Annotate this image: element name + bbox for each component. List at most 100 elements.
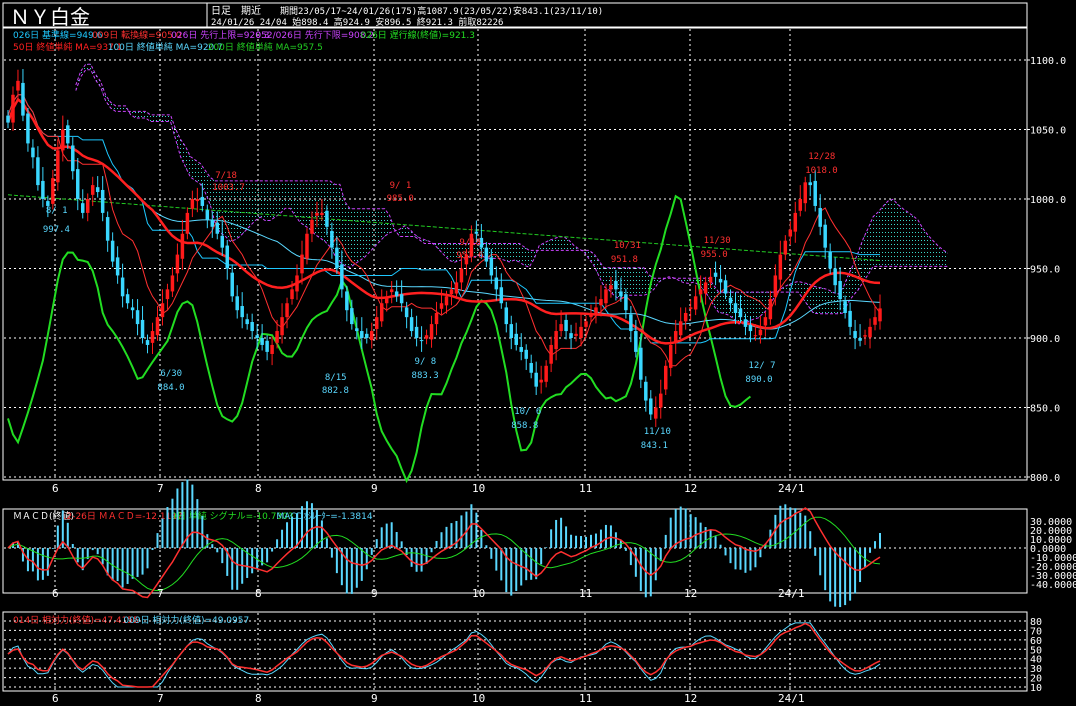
annotation-value: 858.8 xyxy=(511,421,538,431)
annotation-date: 9/ 1 xyxy=(390,181,412,191)
candle-body xyxy=(614,281,618,290)
candle-body xyxy=(105,217,110,241)
candle-body xyxy=(838,281,842,300)
candle-body xyxy=(753,335,758,337)
candle-body xyxy=(365,333,369,338)
x-tick-label: 9 xyxy=(371,482,378,495)
candle-body xyxy=(26,113,30,144)
annotation-value: 843.1 xyxy=(641,441,668,451)
annotation-value: 997.4 xyxy=(43,225,70,235)
legend-ichimoku-4: 026日 遅行線(終値)=921.3 xyxy=(361,29,475,41)
candle-body xyxy=(489,257,494,276)
legend-rsi-0: 014日 相対力(終値)=47.4155 xyxy=(13,614,139,626)
candle-body xyxy=(180,233,185,259)
candle-body xyxy=(529,363,533,373)
candle-body xyxy=(31,147,35,158)
candle-body xyxy=(738,308,743,318)
candle-body xyxy=(624,294,628,311)
candle-body xyxy=(449,289,454,295)
candle-body xyxy=(758,329,763,336)
x-tick-label-rsi: 24/1 xyxy=(778,692,805,705)
candle-body xyxy=(215,222,220,234)
candle-body xyxy=(534,372,538,387)
candle-body xyxy=(335,247,339,269)
candle-body xyxy=(379,303,384,322)
chart-title: ＮＹ白金 xyxy=(10,5,90,29)
legend-macd-2: 9日 単純 シグナル=-10.7303 xyxy=(171,510,293,522)
x-tick-label-macd: 6 xyxy=(52,587,59,600)
candle-body xyxy=(823,224,827,248)
x-tick-label-macd: 9 xyxy=(371,587,378,600)
candle-body xyxy=(494,277,499,290)
candle-body xyxy=(135,310,140,325)
annotation-value: 1003.7 xyxy=(212,183,245,193)
annotation-date: 8/ 1 xyxy=(46,206,68,216)
candle-body xyxy=(803,182,808,204)
candle-body xyxy=(808,182,812,186)
candle-body xyxy=(663,365,668,390)
candle-body xyxy=(763,317,768,326)
candle-body xyxy=(190,199,195,209)
candle-body xyxy=(609,285,613,290)
candle-body xyxy=(748,324,753,332)
annotation-date: 12/ 7 xyxy=(748,361,775,371)
candle-body xyxy=(165,289,170,300)
candle-body xyxy=(619,291,623,297)
chart-root: ＮＹ白金 日足 期近 期間23/05/17~24/01/26(175)高1087… xyxy=(0,0,1076,706)
candle-body xyxy=(878,308,882,322)
candle-body xyxy=(569,333,573,338)
legend-ichimoku-3: 052/026日 先行下限=908.2 xyxy=(255,29,374,41)
candle-body xyxy=(270,344,274,354)
candle-body xyxy=(454,282,459,294)
candle-body xyxy=(678,321,683,336)
candle-body xyxy=(474,231,479,234)
annotation-value: 890.0 xyxy=(745,375,772,385)
candle-body xyxy=(703,282,708,294)
x-tick-label: 8 xyxy=(255,482,262,495)
period-label: 日足 期近 xyxy=(211,4,261,17)
candle-body xyxy=(51,178,55,204)
candle-body xyxy=(589,312,593,318)
candle-body xyxy=(873,317,877,325)
candle-body xyxy=(644,381,648,401)
x-tick-label-rsi: 6 xyxy=(52,692,59,705)
candle-body xyxy=(115,257,120,276)
candle-body xyxy=(798,199,803,211)
candle-body xyxy=(793,212,798,232)
candle-body xyxy=(280,317,284,336)
price-tick-label: 1050.0 xyxy=(1030,126,1066,137)
candle-body xyxy=(350,308,354,325)
x-tick-label-macd: 8 xyxy=(255,587,262,600)
candle-body xyxy=(295,275,299,292)
candle-body xyxy=(788,229,793,237)
legend-ma-1: 100日 終値単純 MA=920.7 xyxy=(108,41,223,53)
candle-body xyxy=(66,125,70,144)
candle-body xyxy=(848,310,852,327)
price-tick-label: 850.0 xyxy=(1030,404,1060,415)
candle-body xyxy=(90,185,95,195)
candle-body xyxy=(240,306,244,318)
legend-ma-2: 200日 終値単純 MA=957.5 xyxy=(208,41,323,53)
price-tick-label: 950.0 xyxy=(1030,265,1060,276)
candle-body xyxy=(439,303,444,309)
candle-body xyxy=(210,219,215,227)
candle-body xyxy=(728,297,733,304)
candle-body xyxy=(150,331,155,343)
candle-body xyxy=(863,335,867,337)
candle-body xyxy=(733,303,738,313)
x-tick-label-rsi: 8 xyxy=(255,692,262,705)
rsi-tick-label: 10 xyxy=(1030,683,1042,694)
x-tick-label: 12 xyxy=(684,482,697,495)
x-tick-label-rsi: 9 xyxy=(371,692,378,705)
candle-body xyxy=(120,277,125,297)
annotation-value: 882.8 xyxy=(322,386,349,396)
candle-body xyxy=(61,129,65,151)
candle-body xyxy=(225,245,229,269)
legend-macd-3: MACDｵｼﾚｰﾀｰ=-1.3814 xyxy=(276,511,373,522)
candle-body xyxy=(499,287,504,304)
candle-body xyxy=(95,187,100,193)
candle-body xyxy=(71,145,75,172)
legend-ma-0: 50日 終値単純 MA=937.1 xyxy=(13,41,122,53)
annotation-value: 985.0 xyxy=(387,194,414,204)
candle-body xyxy=(130,307,135,311)
